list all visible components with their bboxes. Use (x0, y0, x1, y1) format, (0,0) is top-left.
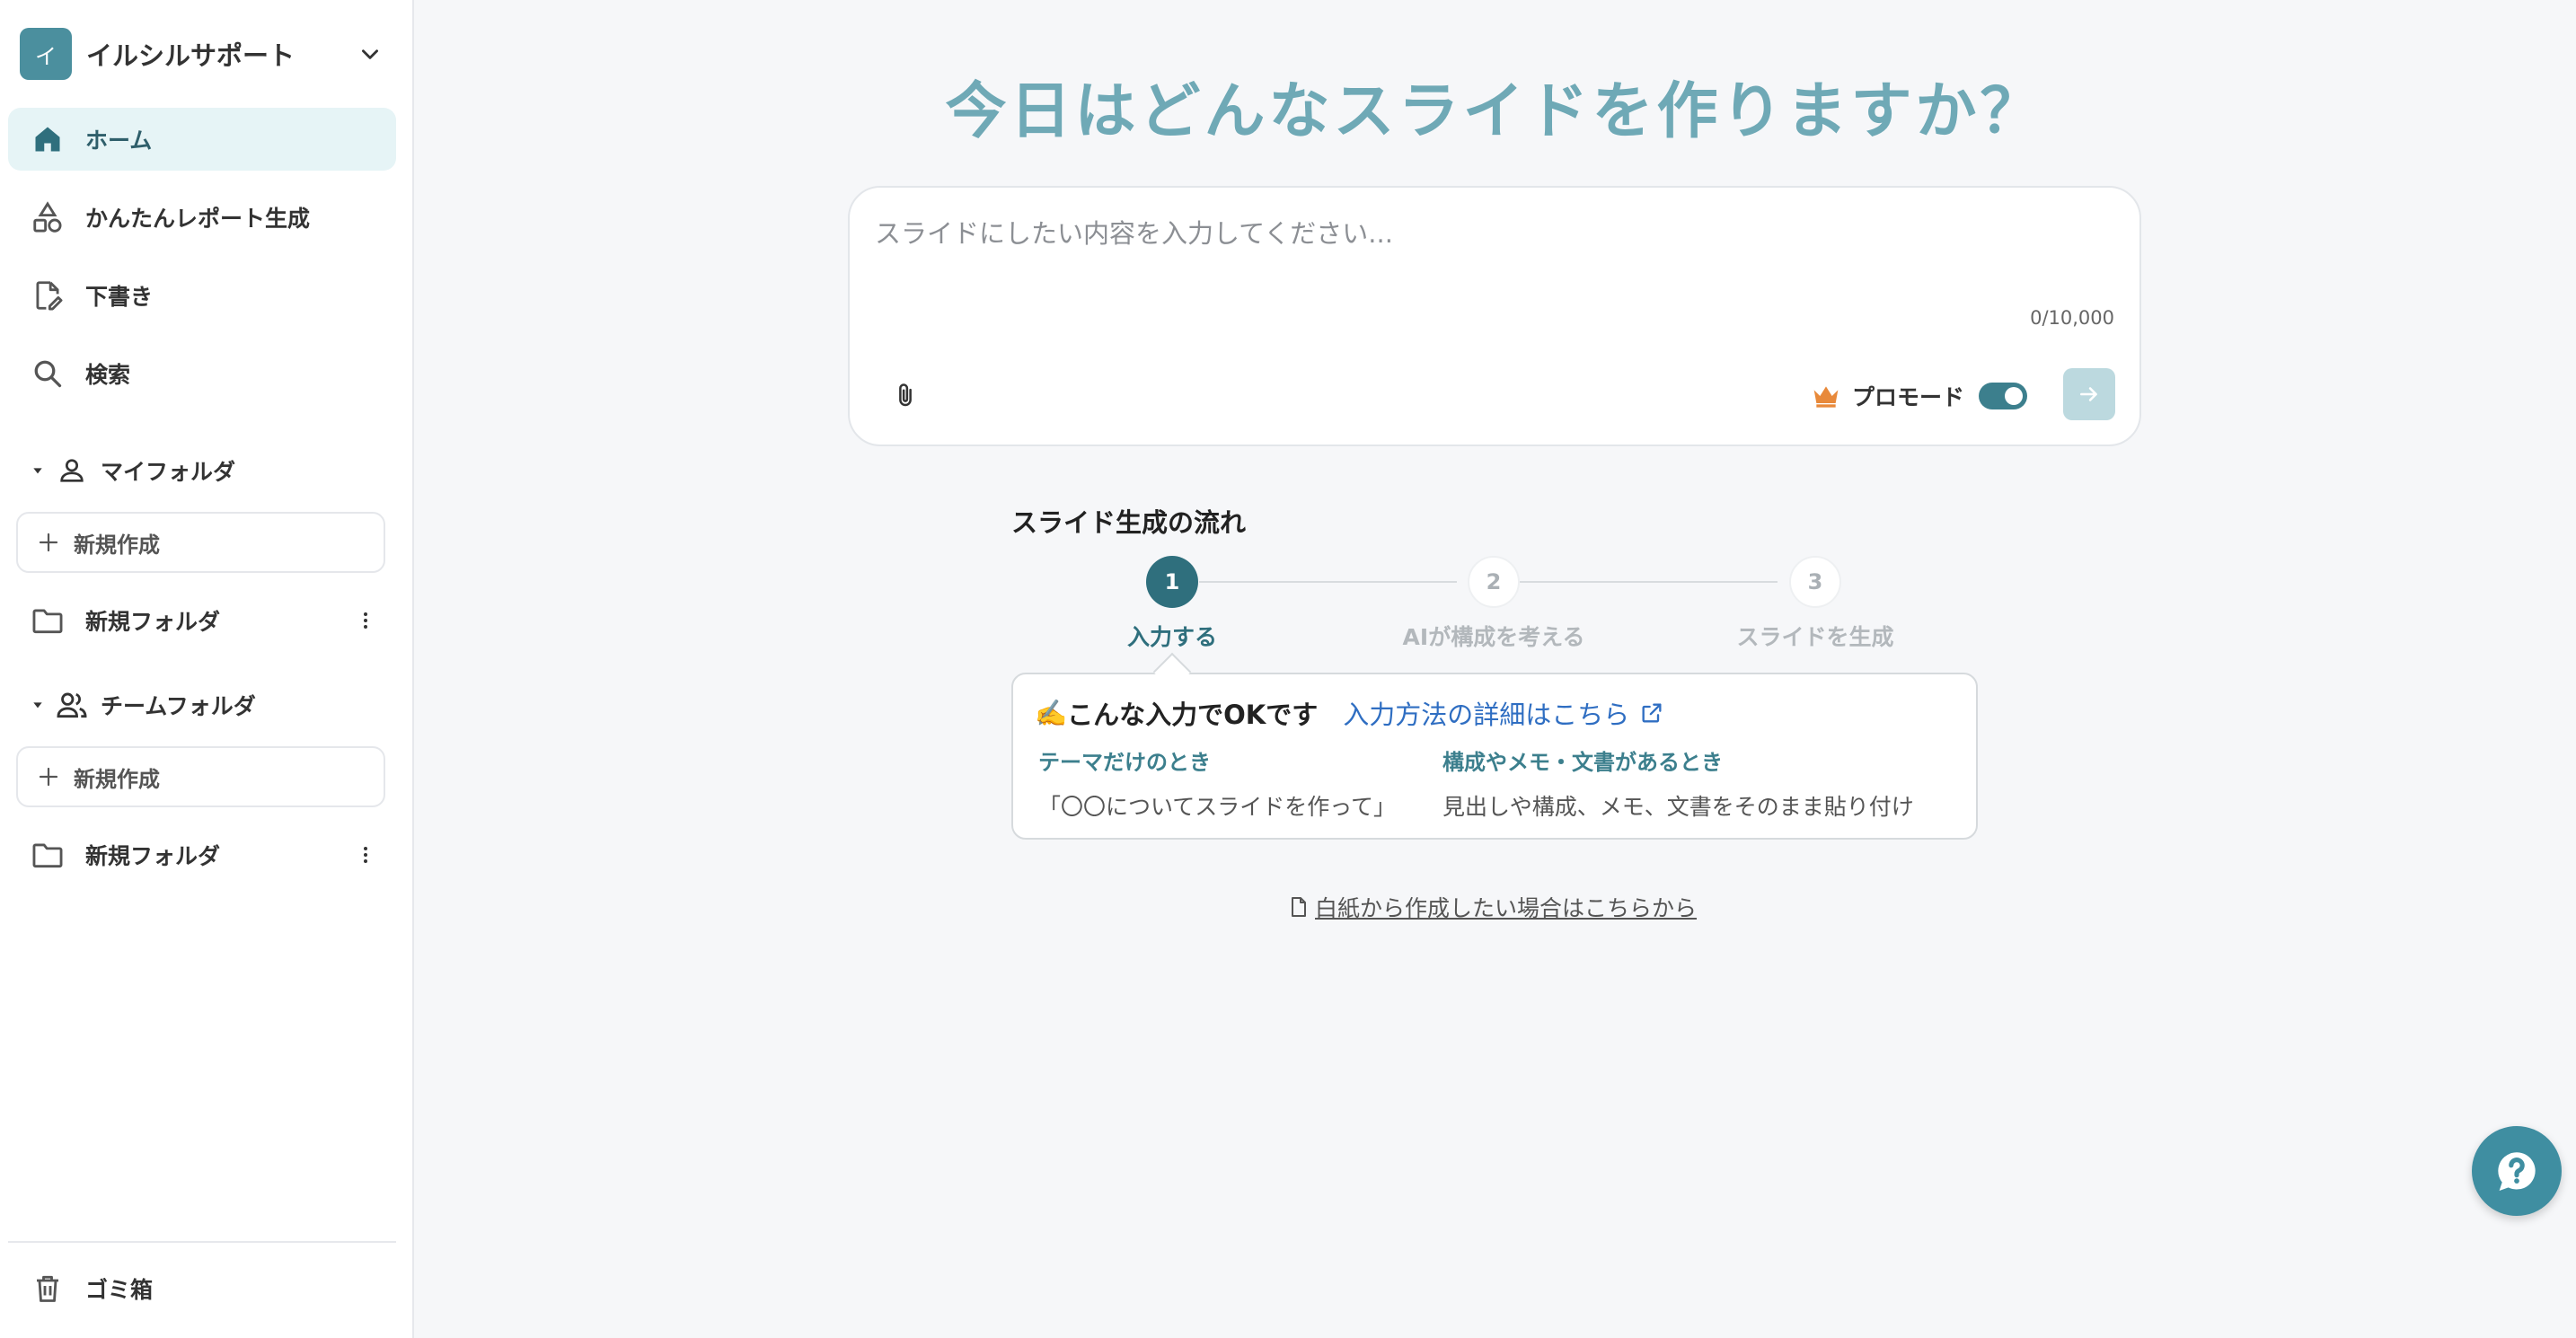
team-folder-header[interactable]: チームフォルダ (27, 683, 386, 726)
users-icon (54, 687, 90, 723)
tip-col2-heading: 構成やメモ・文書があるとき (1442, 750, 1723, 775)
draft-edit-icon (28, 276, 67, 315)
my-folder-header[interactable]: マイフォルダ (27, 449, 386, 492)
blank-start-link[interactable]: 白紙から作成したい場合はこちらから (1288, 891, 1697, 923)
step-connector (1520, 581, 1778, 583)
workspace-switcher[interactable]: イ イルシルサポート (20, 28, 388, 80)
document-icon (1288, 894, 1310, 920)
tip-title: こんな入力でOKです (1067, 700, 1319, 730)
step-connector (1199, 581, 1457, 583)
paperclip-icon[interactable] (886, 376, 925, 416)
my-folder-new-button[interactable]: 新規作成 (16, 512, 385, 573)
my-folder-item[interactable]: 新規フォルダ (8, 592, 396, 649)
my-folder-title: マイフォルダ (101, 459, 236, 485)
prompt-composer: 0/10,000 プロモード (848, 186, 2141, 446)
pro-mode: プロモード (1811, 377, 2028, 415)
char-counter: 0/10,000 (2030, 307, 2114, 329)
folder-label: 新規フォルダ (85, 609, 221, 635)
nav-label-report: かんたんレポート生成 (85, 206, 311, 232)
nav-label-trash: ゴミ箱 (85, 1277, 154, 1303)
sidebar: イ イルシルサポート ホーム かんたんレポート生成 下書き 検索 マイフォルダ … (0, 0, 414, 1338)
my-folder-new-label: 新規作成 (74, 532, 160, 558)
team-folder-item[interactable]: 新規フォルダ (8, 826, 396, 884)
blank-start-label: 白紙から作成したい場合はこちらから (1315, 895, 1698, 921)
step-2-label: AIが構成を考える (1402, 624, 1585, 650)
workspace-name: イルシルサポート (86, 40, 296, 71)
flow-title: スライド生成の流れ (1011, 507, 1247, 538)
tip-col1-body: 「〇〇についてスライドを作って」 (1038, 794, 1397, 820)
team-folder-new-label: 新規作成 (74, 766, 160, 792)
page-title: 今日はどんなスライドを作りますか？ (945, 76, 2045, 147)
chevron-down-icon[interactable] (352, 36, 388, 72)
nav-item-home[interactable]: ホーム (8, 108, 396, 171)
send-button[interactable] (2063, 368, 2115, 420)
sidebar-divider (8, 1241, 396, 1243)
workspace-avatar: イ (20, 28, 72, 80)
input-guide-link[interactable]: 入力方法の詳細はこちら (1343, 694, 1665, 732)
plus-icon (36, 764, 61, 789)
tip-header: ✍️ こんな入力でOKです 入力方法の詳細はこちら (1035, 694, 1665, 732)
folder-label: 新規フォルダ (85, 843, 221, 869)
nav-label-drafts: 下書き (85, 284, 154, 310)
step-1-circle: 1 (1146, 556, 1198, 608)
help-chat-button[interactable] (2472, 1126, 2562, 1216)
arrow-right-icon (2080, 387, 2097, 401)
step-3-label: スライドを生成 (1736, 624, 1894, 650)
more-vertical-icon[interactable] (348, 837, 384, 873)
search-icon (28, 354, 67, 393)
input-guide-link-label: 入力方法の詳細はこちら (1343, 700, 1630, 730)
step-3-circle: 3 (1789, 556, 1841, 608)
input-tip-card: ✍️ こんな入力でOKです 入力方法の詳細はこちら テーマだけのとき 「〇〇につ… (1011, 673, 1978, 840)
home-icon (28, 119, 67, 159)
step-2-circle: 2 (1468, 556, 1520, 608)
team-folder-new-button[interactable]: 新規作成 (16, 746, 385, 807)
nav-item-drafts[interactable]: 下書き (8, 264, 396, 327)
pro-mode-toggle[interactable] (1979, 383, 2028, 409)
nav-item-search[interactable]: 検索 (8, 342, 396, 405)
nav-item-trash[interactable]: ゴミ箱 (8, 1257, 396, 1320)
caret-down-icon[interactable] (27, 460, 49, 481)
shapes-icon (28, 198, 67, 237)
folder-icon (28, 601, 67, 640)
crown-icon (1811, 381, 1841, 411)
nav-label-home: ホーム (85, 128, 153, 154)
trash-icon (28, 1269, 67, 1308)
external-link-icon (1638, 700, 1665, 726)
tip-emoji: ✍️ (1035, 697, 1068, 728)
help-icon (2498, 1152, 2536, 1191)
tip-col1-heading: テーマだけのとき (1038, 750, 1211, 775)
step-1-label: 入力する (1126, 624, 1217, 650)
more-vertical-icon[interactable] (348, 603, 384, 638)
nav-label-search: 検索 (85, 362, 131, 388)
user-icon (54, 453, 90, 489)
prompt-input[interactable] (875, 213, 2114, 321)
caret-down-icon[interactable] (27, 694, 49, 716)
folder-icon (28, 835, 67, 875)
plus-icon (36, 530, 61, 555)
pro-mode-label: プロモード (1852, 384, 1965, 410)
team-folder-title: チームフォルダ (101, 693, 256, 719)
tip-col2-body: 見出しや構成、メモ、文書をそのまま貼り付け (1442, 794, 1914, 820)
nav-item-report[interactable]: かんたんレポート生成 (8, 186, 396, 249)
